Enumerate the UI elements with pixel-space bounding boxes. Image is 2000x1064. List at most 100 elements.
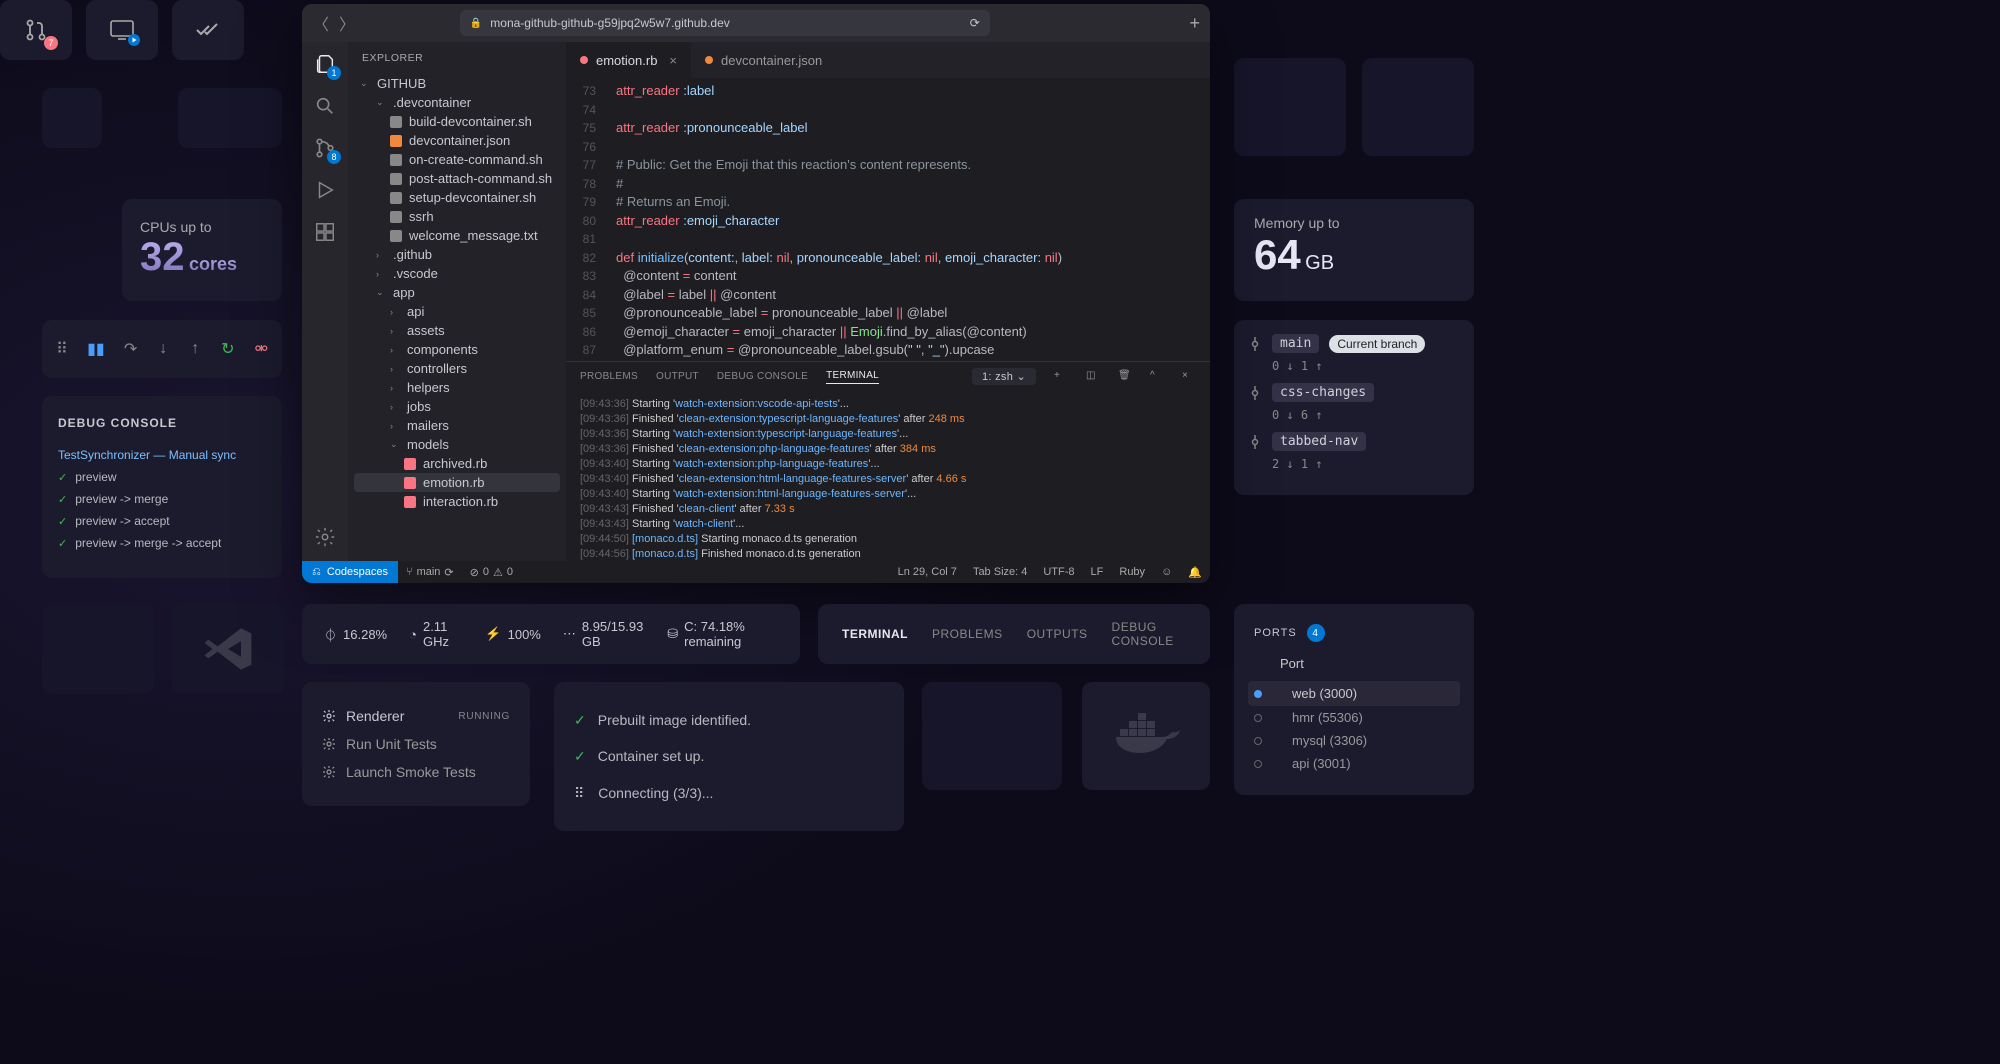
editor-tab[interactable]: emotion.rb× (566, 42, 691, 78)
new-tab-icon[interactable]: + (1189, 13, 1200, 34)
commit-icon (1248, 435, 1262, 449)
bottom-tab[interactable]: PROBLEMS (932, 627, 1003, 641)
task-row[interactable]: RendererRUNNING (322, 702, 510, 730)
tree-item[interactable]: emotion.rb (354, 473, 560, 492)
play-card[interactable] (86, 0, 158, 60)
bell-icon[interactable]: 🔔 (1180, 566, 1210, 579)
address-bar[interactable]: 🔒 mona-github-github-g59jpq2w5w7.github.… (460, 10, 990, 36)
forward-icon[interactable]: 〉 (338, 14, 356, 32)
task-row[interactable]: Run Unit Tests (322, 730, 510, 758)
tree-item[interactable]: ⌄models (354, 435, 560, 454)
close-panel-icon[interactable]: × (1182, 370, 1196, 384)
gear-icon (322, 709, 336, 723)
memory-card: Memory up to 64 GB (1234, 199, 1474, 301)
tree-item[interactable]: ⌄app (354, 283, 560, 302)
settings-gear-icon[interactable] (313, 525, 337, 549)
feedback-icon[interactable]: ☺ (1153, 566, 1180, 578)
setup-step: ✓ Container set up. (574, 738, 884, 774)
port-row[interactable]: mysql (3306) (1254, 729, 1454, 752)
tree-item[interactable]: setup-devcontainer.sh (354, 188, 560, 207)
tree-item[interactable]: on-create-command.sh (354, 150, 560, 169)
tree-item[interactable]: ›assets (354, 321, 560, 340)
tree-item[interactable]: post-attach-command.sh (354, 169, 560, 188)
panel-tab[interactable]: OUTPUT (656, 371, 699, 382)
port-row[interactable]: hmr (55306) (1254, 706, 1454, 729)
check-card[interactable] (172, 0, 244, 60)
task-row[interactable]: Launch Smoke Tests (322, 758, 510, 786)
ports-card: PORTS4 Port web (3000) hmr (55306) mysql… (1234, 604, 1474, 795)
tree-item[interactable]: ›controllers (354, 359, 560, 378)
panel-tab[interactable]: TERMINAL (826, 370, 879, 384)
stats-bar: ⏀16.28% ◔2.11 GHz ⚡100% ⋯8.95/15.93 GB ⛁… (302, 604, 800, 664)
port-status-icon (1254, 737, 1262, 745)
tree-item[interactable]: interaction.rb (354, 492, 560, 511)
tree-item[interactable]: build-devcontainer.sh (354, 112, 560, 131)
step-over-icon[interactable]: ↷ (124, 341, 137, 357)
explorer-title: EXPLORER (348, 42, 566, 74)
branch-row[interactable]: css-changes (1248, 383, 1460, 402)
restart-icon[interactable]: ↻ (221, 341, 234, 357)
panel-tab[interactable]: PROBLEMS (580, 371, 638, 382)
remote-icon: ⎌ (312, 566, 321, 579)
run-debug-icon[interactable] (313, 178, 337, 202)
step-into-icon[interactable]: ↓ (157, 341, 169, 357)
docker-card[interactable] (1082, 682, 1210, 790)
bottom-tab[interactable]: DEBUG CONSOLE (1112, 620, 1186, 648)
branch-row[interactable]: main Current branch (1248, 334, 1460, 353)
tree-item[interactable]: devcontainer.json (354, 131, 560, 150)
extensions-icon[interactable] (313, 220, 337, 244)
step-out-icon[interactable]: ↑ (189, 341, 201, 357)
tree-root[interactable]: ⌄GITHUB (354, 74, 560, 93)
editor-window: 〈 〉 🔒 mona-github-github-g59jpq2w5w7.git… (302, 4, 1210, 583)
tree-item[interactable]: archived.rb (354, 454, 560, 473)
check-icon: ✓ (574, 702, 586, 738)
cpu-card: CPUs up to 32 cores (122, 199, 282, 301)
port-row[interactable]: api (3001) (1254, 752, 1454, 775)
tree-item[interactable]: ssrh (354, 207, 560, 226)
split-terminal-icon[interactable]: ◫ (1086, 370, 1100, 384)
new-terminal-icon[interactable]: + (1054, 370, 1068, 384)
cpu-label: CPUs up to (140, 219, 264, 235)
kill-terminal-icon[interactable]: 🗑 (1118, 370, 1132, 384)
debug-toolbar: ⠿ ▮▮ ↷ ↓ ↑ ↻ ⚮ (42, 320, 282, 378)
bottom-tab[interactable]: OUTPUTS (1027, 627, 1088, 641)
tree-item[interactable]: ›.github (354, 245, 560, 264)
pause-icon[interactable]: ▮▮ (88, 341, 104, 357)
tree-item[interactable]: ›components (354, 340, 560, 359)
branch-row[interactable]: tabbed-nav (1248, 432, 1460, 451)
maximize-panel-icon[interactable]: ^ (1150, 370, 1164, 384)
disk-icon: ⛁ (667, 626, 678, 642)
file-icon (705, 56, 713, 64)
tree-item[interactable]: ›mailers (354, 416, 560, 435)
tree-item[interactable]: ›api (354, 302, 560, 321)
bottom-tab[interactable]: TERMINAL (842, 627, 908, 641)
tree-item[interactable]: ›jobs (354, 397, 560, 416)
panel-tab[interactable]: DEBUG CONSOLE (717, 371, 808, 382)
tree-item[interactable]: ›.vscode (354, 264, 560, 283)
setup-step: ✓ Prebuilt image identified. (574, 702, 884, 738)
codespaces-button[interactable]: ⎌Codespaces (302, 561, 398, 583)
branch-indicator[interactable]: ⑂main⟳ (398, 566, 462, 579)
back-icon[interactable]: 〈 (312, 14, 330, 32)
debug-line: ✓preview -> merge (58, 492, 266, 506)
explorer-icon[interactable]: 1 (313, 52, 337, 76)
check-icon: ✓ (58, 471, 67, 484)
memory-icon: ⋯ (563, 626, 576, 642)
port-row[interactable]: web (3000) (1248, 681, 1460, 706)
pr-card[interactable]: 7 (0, 0, 72, 60)
terminal-selector[interactable]: 1: zsh ⌄ (972, 368, 1036, 385)
disconnect-icon[interactable]: ⚮ (255, 341, 268, 357)
commit-icon (1248, 337, 1262, 351)
search-icon[interactable] (313, 94, 337, 118)
tree-item[interactable]: ›helpers (354, 378, 560, 397)
drag-handle-icon[interactable]: ⠿ (56, 341, 68, 357)
lock-icon: 🔒 (470, 18, 482, 29)
editor-tab[interactable]: devcontainer.json (691, 42, 836, 78)
close-tab-icon[interactable]: × (669, 53, 677, 68)
problems-indicator[interactable]: ⊘0⚠0 (462, 566, 521, 579)
tree-item[interactable]: welcome_message.txt (354, 226, 560, 245)
source-control-icon[interactable]: 8 (313, 136, 337, 160)
setup-step: ⠿ Connecting (3/3)... (574, 775, 884, 811)
tree-item[interactable]: ⌄.devcontainer (354, 93, 560, 112)
refresh-icon[interactable]: ⟳ (970, 16, 980, 30)
